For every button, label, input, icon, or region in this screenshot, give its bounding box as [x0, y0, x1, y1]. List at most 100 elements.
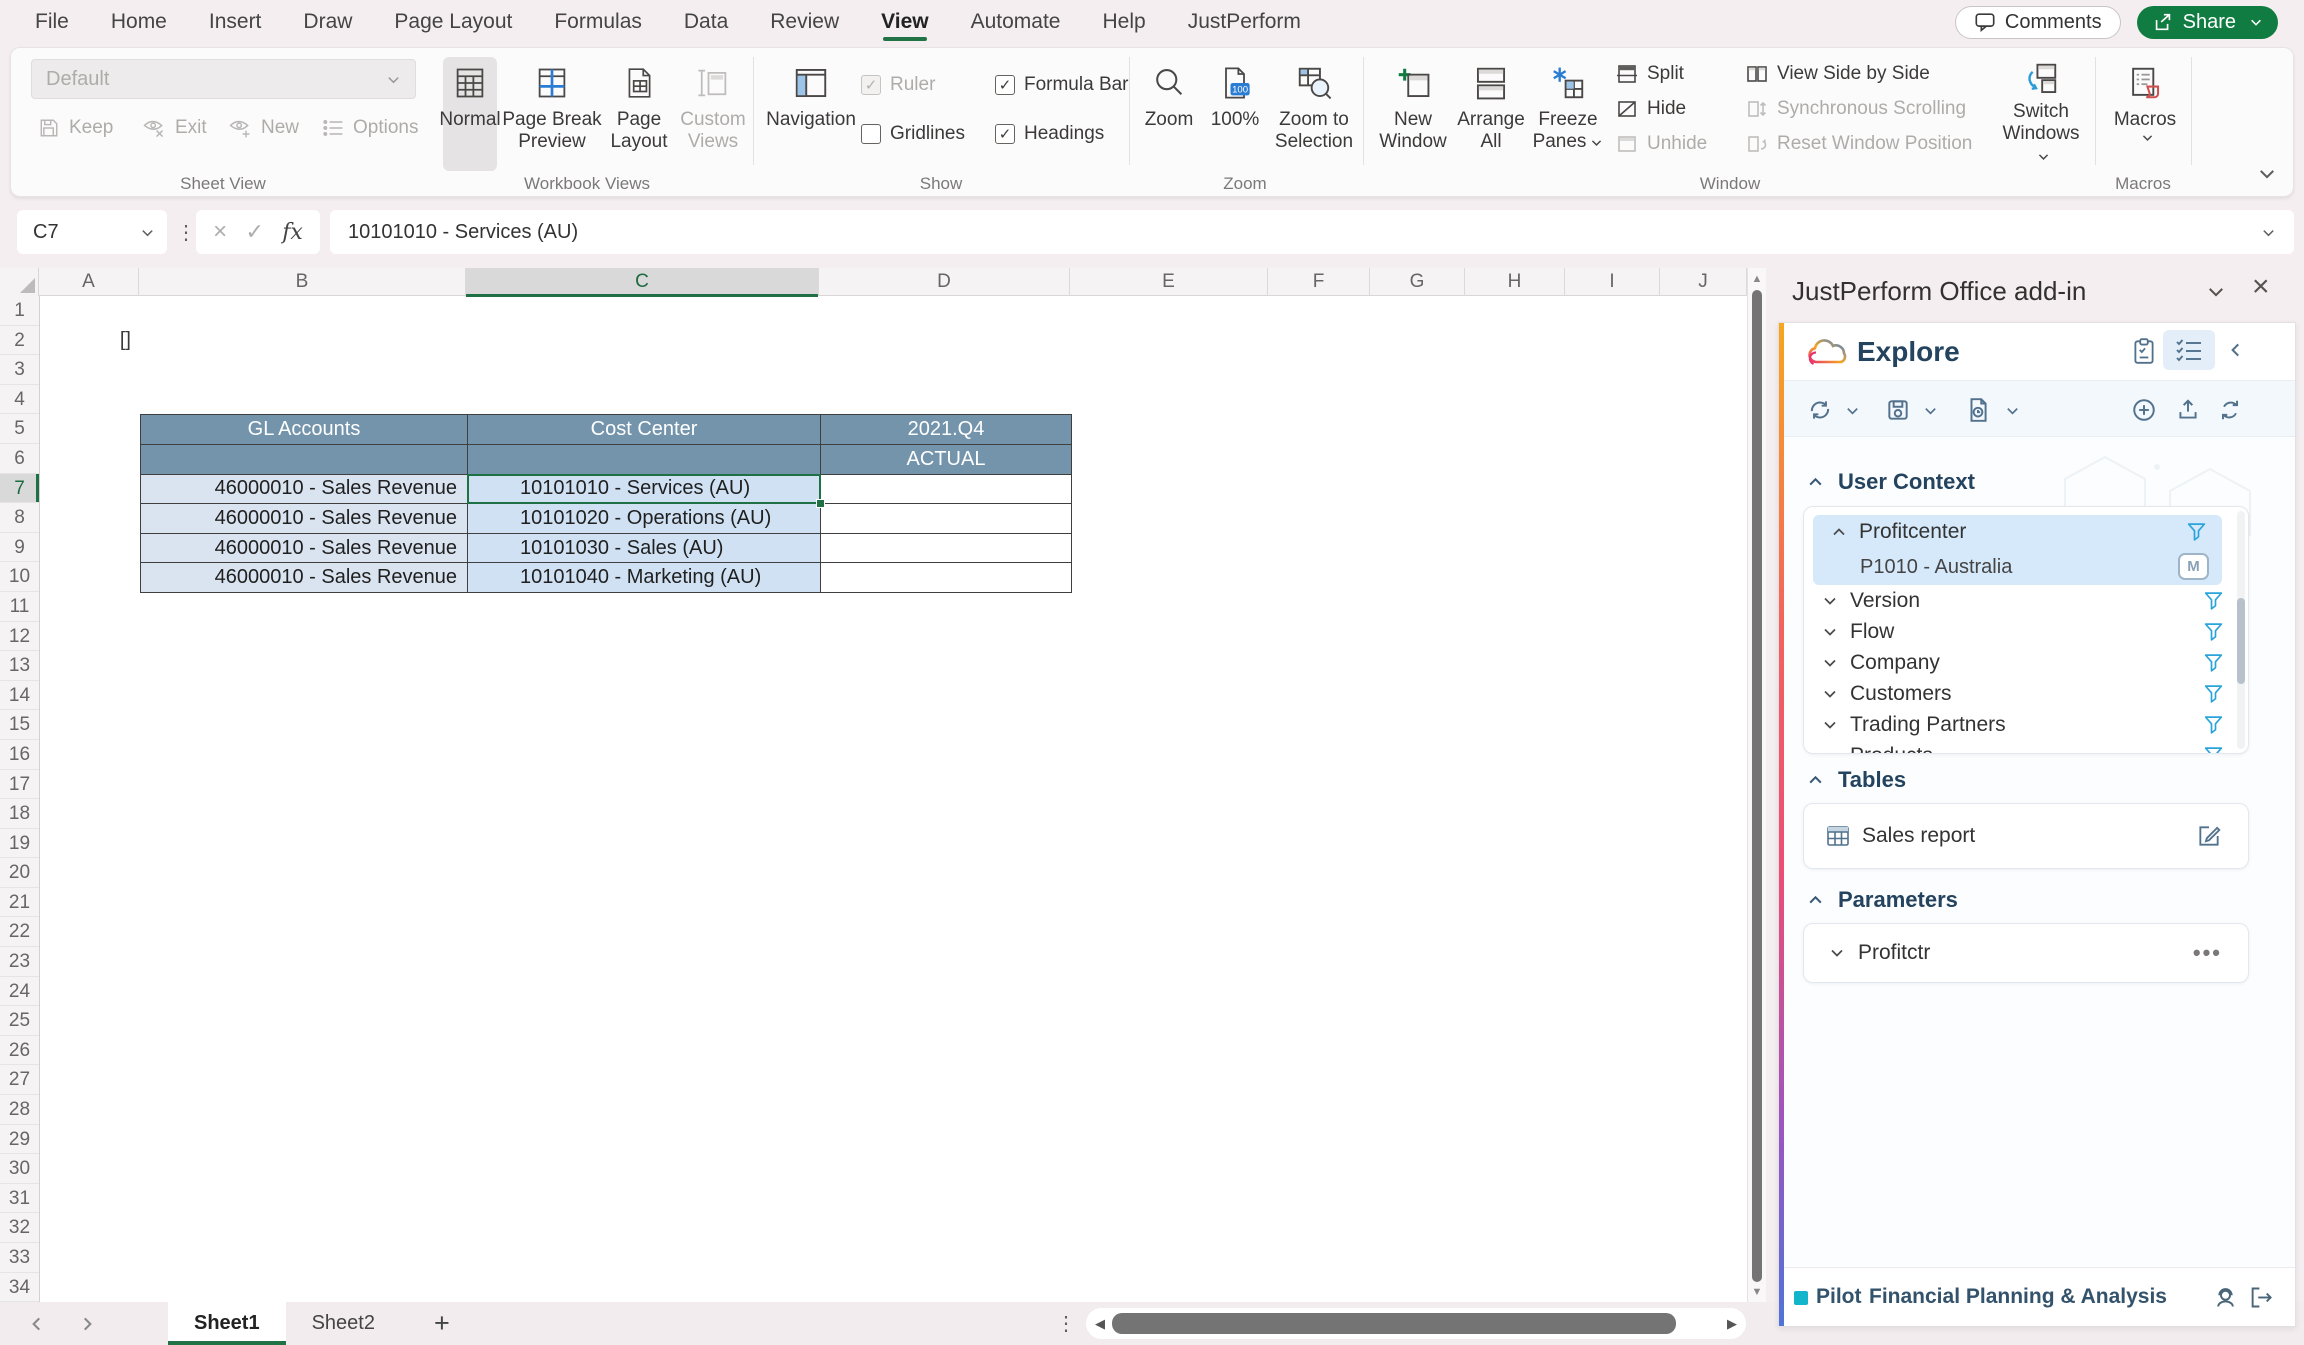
- table-header-cell[interactable]: [141, 444, 468, 474]
- sheet-tab-sheet2[interactable]: Sheet2: [286, 1302, 401, 1345]
- new-window-button[interactable]: New Window: [1377, 57, 1449, 167]
- row-header-31[interactable]: 31: [0, 1184, 39, 1214]
- table-cell[interactable]: 46000010 - Sales Revenue: [141, 533, 468, 563]
- row-header-1[interactable]: 1: [0, 296, 39, 326]
- column-header-c[interactable]: C: [466, 268, 819, 296]
- menu-item-review[interactable]: Review: [749, 0, 860, 44]
- vertical-scrollbar[interactable]: ▲ ▼: [1747, 268, 1766, 1302]
- column-header-e[interactable]: E: [1070, 268, 1268, 296]
- cancel-icon[interactable]: ×: [213, 218, 227, 246]
- table-cell[interactable]: 46000010 - Sales Revenue: [141, 504, 468, 534]
- normal-view-button[interactable]: Normal: [443, 57, 497, 171]
- table-cell[interactable]: 10101020 - Operations (AU): [468, 504, 821, 534]
- zoom-to-selection-button[interactable]: Zoom to Selection: [1269, 57, 1359, 167]
- column-header-g[interactable]: G: [1370, 268, 1465, 296]
- next-sheet-icon[interactable]: [78, 1302, 96, 1345]
- row-header-22[interactable]: 22: [0, 917, 39, 947]
- row-header-24[interactable]: 24: [0, 977, 39, 1007]
- table-cell[interactable]: 10101030 - Sales (AU): [468, 533, 821, 563]
- chevron-down-icon[interactable]: [1923, 403, 1938, 418]
- column-header-a[interactable]: A: [39, 268, 139, 296]
- add-sheet-button[interactable]: +: [424, 1302, 460, 1345]
- filter-icon[interactable]: [2203, 621, 2224, 642]
- reset-window-position-button[interactable]: Reset Window Position: [1745, 132, 1972, 156]
- save-icon[interactable]: [1885, 397, 1911, 423]
- checkbox-ruler[interactable]: ✓Ruler: [861, 70, 965, 100]
- row-header-29[interactable]: 29: [0, 1125, 39, 1155]
- collapse-panel-icon[interactable]: [2227, 341, 2245, 359]
- enter-icon[interactable]: ✓: [246, 219, 264, 245]
- zoom-button[interactable]: Zoom: [1139, 57, 1199, 167]
- table-cell[interactable]: 46000010 - Sales Revenue: [141, 474, 468, 504]
- table-cell[interactable]: [821, 474, 1072, 504]
- sheet-view-options-button[interactable]: Options: [321, 116, 418, 140]
- menu-item-formulas[interactable]: Formulas: [533, 0, 663, 44]
- share-button[interactable]: Share: [2137, 6, 2278, 39]
- row-header-30[interactable]: 30: [0, 1154, 39, 1184]
- row-header-28[interactable]: 28: [0, 1095, 39, 1125]
- filter-icon[interactable]: [2203, 683, 2224, 704]
- row-header-5[interactable]: 5: [0, 414, 39, 444]
- chevron-down-icon[interactable]: [2261, 225, 2276, 240]
- page-break-preview-button[interactable]: Page Break Preview: [499, 57, 605, 167]
- new-sheet-view-button[interactable]: New: [227, 116, 299, 140]
- row-header-12[interactable]: 12: [0, 622, 39, 652]
- row-header-33[interactable]: 33: [0, 1243, 39, 1273]
- table-header-cell[interactable]: [468, 444, 821, 474]
- context-item-version[interactable]: Version: [1804, 585, 2248, 616]
- scroll-down-icon[interactable]: ▼: [1748, 1286, 1766, 1298]
- horizontal-scrollbar-thumb[interactable]: [1112, 1313, 1676, 1334]
- row-header-7[interactable]: 7: [0, 474, 39, 504]
- context-scrollbar-thumb[interactable]: [2237, 598, 2245, 684]
- column-header-i[interactable]: I: [1565, 268, 1660, 296]
- menu-item-file[interactable]: File: [14, 0, 90, 44]
- row-header-21[interactable]: 21: [0, 888, 39, 918]
- switch-windows-button[interactable]: Switch Windows: [1995, 57, 2087, 167]
- table-header-cell[interactable]: ACTUAL: [821, 444, 1072, 474]
- arrange-all-button[interactable]: Arrange All: [1453, 57, 1529, 167]
- row-header-13[interactable]: 13: [0, 651, 39, 681]
- table-cell[interactable]: [821, 504, 1072, 534]
- context-item-profitcenter[interactable]: Profitcenter: [1813, 515, 2222, 549]
- row-header-10[interactable]: 10: [0, 562, 39, 592]
- checkbox-formula-bar[interactable]: ✓Formula Bar: [995, 70, 1129, 100]
- insert-function-icon[interactable]: fx: [282, 220, 303, 245]
- context-scrollbar[interactable]: [2237, 511, 2245, 749]
- comments-button[interactable]: Comments: [1955, 6, 2121, 39]
- menu-item-data[interactable]: Data: [663, 0, 749, 44]
- sheet-tab-sheet1[interactable]: Sheet1: [168, 1302, 286, 1345]
- filter-icon[interactable]: [2186, 522, 2207, 543]
- view-side-by-side-button[interactable]: View Side by Side: [1745, 62, 1930, 86]
- checklist-view-icon[interactable]: [2163, 330, 2215, 370]
- horizontal-scrollbar[interactable]: ◀ ▶: [1086, 1308, 1746, 1339]
- export-document-icon[interactable]: [1965, 397, 1991, 423]
- row-header-34[interactable]: 34: [0, 1273, 39, 1303]
- row-header-16[interactable]: 16: [0, 740, 39, 770]
- macros-button[interactable]: Macros: [2107, 57, 2183, 167]
- hide-button[interactable]: Hide: [1615, 97, 1686, 121]
- menu-item-automate[interactable]: Automate: [950, 0, 1082, 44]
- filter-icon[interactable]: [2203, 652, 2224, 673]
- chevron-down-icon[interactable]: [2249, 15, 2263, 29]
- context-item-customers[interactable]: Customers: [1804, 678, 2248, 709]
- row-header-8[interactable]: 8: [0, 503, 39, 533]
- context-item-trading-partners[interactable]: Trading Partners: [1804, 709, 2248, 740]
- table-header-cell[interactable]: Cost Center: [468, 415, 821, 445]
- row-header-4[interactable]: 4: [0, 385, 39, 415]
- navigation-button[interactable]: Navigation: [759, 57, 863, 167]
- select-all-corner[interactable]: [0, 268, 39, 296]
- row-header-23[interactable]: 23: [0, 947, 39, 977]
- table-cell[interactable]: 10101040 - Marketing (AU): [468, 563, 821, 593]
- column-header-d[interactable]: D: [819, 268, 1070, 296]
- page-layout-view-button[interactable]: Page Layout: [607, 57, 671, 167]
- row-header-2[interactable]: 2: [0, 326, 39, 356]
- checkbox-gridlines[interactable]: Gridlines: [861, 119, 965, 149]
- refresh-icon[interactable]: [1807, 397, 1833, 423]
- menu-item-view[interactable]: View: [860, 0, 949, 44]
- collapse-ribbon-icon[interactable]: [2257, 164, 2277, 184]
- row-header-32[interactable]: 32: [0, 1213, 39, 1243]
- previous-sheet-icon[interactable]: [28, 1302, 46, 1345]
- column-header-f[interactable]: F: [1268, 268, 1370, 296]
- row-header-6[interactable]: 6: [0, 444, 39, 474]
- exit-sheet-view-button[interactable]: Exit: [141, 116, 207, 140]
